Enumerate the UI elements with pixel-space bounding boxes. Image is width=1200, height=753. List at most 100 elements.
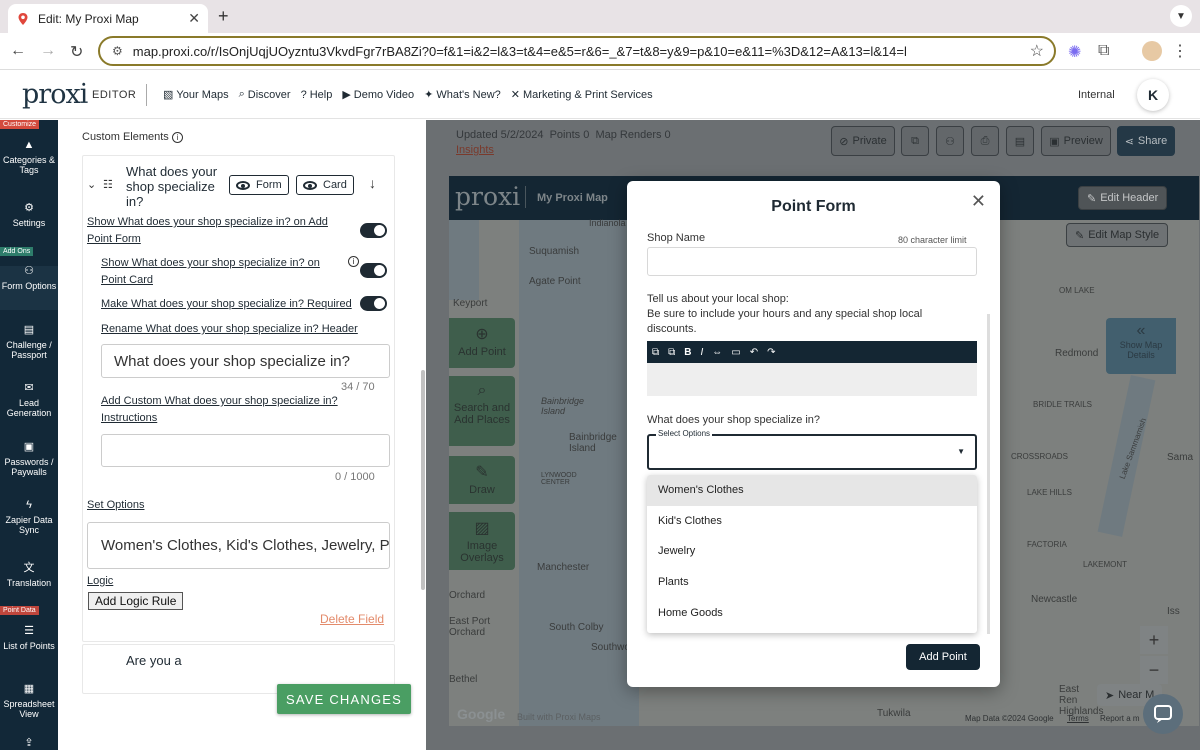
option-item[interactable]: Kid's Clothes (647, 506, 977, 537)
shop-name-input[interactable] (647, 247, 977, 276)
modal-scrollbar[interactable] (987, 314, 990, 634)
browser-menu-icon[interactable]: ⋮ (1172, 41, 1188, 61)
edit-header-button[interactable]: ✎ Edit Header (1078, 186, 1168, 210)
header-name-input[interactable]: What does your shop specialize in? (101, 344, 390, 378)
embed-button[interactable]: ▤ (1006, 126, 1034, 156)
tool-add-point[interactable]: ⊕ Add Point (449, 318, 515, 368)
chat-support-button[interactable] (1143, 694, 1183, 734)
tool-image-overlays[interactable]: ▨ Image Overlays (449, 512, 515, 570)
extension-icon[interactable]: ✺ (1068, 42, 1081, 62)
new-tab-button[interactable]: + (218, 6, 229, 27)
show-map-details-button[interactable]: « Show Map Details (1106, 318, 1176, 374)
url-text[interactable]: map.proxi.co/r/IsOnjUqjUOyzntu3VkvdFgr7r… (133, 44, 1030, 59)
instructions-input[interactable] (101, 434, 390, 467)
delete-field-link[interactable]: Delete Field (320, 612, 384, 626)
nav-demo-video[interactable]: ▶ Demo Video (342, 88, 414, 102)
show-on-add-form-toggle[interactable] (360, 223, 387, 238)
undo-icon[interactable]: ↶ (750, 347, 758, 358)
card-visibility-button[interactable]: Card (296, 175, 354, 195)
nav-help[interactable]: ? Help (301, 88, 333, 101)
set-options-link[interactable]: Set Options (87, 497, 144, 514)
sidebar-item-lead-generation[interactable]: ✉ Lead Generation (0, 383, 58, 419)
tab-title: Edit: My Proxi Map (38, 11, 139, 26)
copy-icon[interactable]: ⧉ (652, 347, 659, 358)
tool-search-places[interactable]: ⌕ Search and Add Places (449, 376, 515, 446)
nav-your-maps[interactable]: ▧ Your Maps (163, 88, 229, 102)
tab-close-icon[interactable]: ✕ (188, 10, 200, 27)
terms-link[interactable]: Terms (1067, 714, 1089, 723)
insights-link[interactable]: Insights (456, 144, 671, 156)
edit-map-style-button[interactable]: ✎ Edit Map Style (1066, 223, 1169, 247)
make-required-label[interactable]: Make What does your shop specialize in? … (101, 296, 352, 313)
sidebar-item-challenge[interactable]: ▤ Challenge / Passport (0, 325, 58, 361)
info-icon[interactable]: i (348, 256, 359, 267)
option-item[interactable]: Women's Clothes (647, 475, 977, 506)
address-bar[interactable]: ⚙ map.proxi.co/r/IsOnjUqjUOyzntu3VkvdFgr… (98, 36, 1056, 66)
show-on-add-form-label[interactable]: Show What does your shop specialize in? … (87, 214, 352, 248)
instructions-label[interactable]: Add Custom What does your shop specializ… (101, 393, 361, 427)
option-item[interactable]: Home Goods (647, 598, 977, 629)
proxi-logo[interactable]: proxi (22, 79, 88, 110)
sidebar-item-upload[interactable]: ⇪ (0, 738, 58, 753)
bold-icon[interactable]: B (684, 347, 691, 358)
browser-tab[interactable]: Edit: My Proxi Map ✕ (8, 4, 208, 33)
site-settings-icon[interactable]: ⚙ (112, 44, 123, 58)
form-visibility-button[interactable]: Form (229, 175, 289, 195)
forward-icon[interactable]: → (40, 42, 56, 60)
paste-icon[interactable]: ⧉ (668, 347, 675, 358)
zoom-in-button[interactable]: + (1140, 626, 1168, 654)
tab-search-icon[interactable]: ▼ (1170, 5, 1192, 27)
show-on-card-toggle[interactable] (360, 263, 387, 278)
private-button[interactable]: ⊘ Private (831, 126, 895, 156)
media-icon[interactable]: ▭ (731, 347, 740, 358)
arrow-down-icon[interactable]: ↓ (369, 175, 376, 191)
sidebar-item-zapier[interactable]: ϟ Zapier Data Sync (0, 500, 58, 536)
profile-avatar[interactable] (1142, 41, 1162, 61)
rename-header-label[interactable]: Rename What does your shop specialize in… (101, 321, 358, 338)
add-logic-rule-button[interactable]: Add Logic Rule (88, 592, 184, 610)
option-item[interactable]: Jewelry (647, 536, 977, 567)
sidebar-item-list-of-points[interactable]: ☰ List of Points (0, 626, 58, 652)
redo-icon[interactable]: ↷ (767, 347, 775, 358)
sidebar-item-translation[interactable]: 文 Translation (0, 563, 58, 589)
panel-scrollbar[interactable] (421, 370, 425, 590)
reload-icon[interactable]: ↻ (70, 42, 83, 62)
options-input[interactable]: Women's Clothes, Kid's Clothes, Jewelry,… (87, 522, 390, 569)
add-point-button[interactable]: Add Point (906, 644, 980, 670)
collaborators-button[interactable]: ⚇ (936, 126, 964, 156)
preview-button[interactable]: ▣ Preview (1041, 126, 1111, 156)
sidebar-item-settings[interactable]: ⚙ Settings (0, 203, 58, 229)
nav-whats-new[interactable]: ✦ What's New? (424, 88, 501, 102)
bookmark-star-icon[interactable]: ☆ (1030, 41, 1044, 61)
nav-discover[interactable]: ⌕ Discover (239, 88, 291, 101)
zoom-out-button[interactable]: − (1140, 656, 1168, 684)
specialize-label: What does your shop specialize in? (647, 414, 821, 426)
required-toggle[interactable] (360, 296, 387, 311)
navigation-arrow-icon: ➤ (1105, 689, 1115, 702)
back-icon[interactable]: ← (10, 42, 26, 60)
report-link[interactable]: Report a m (1100, 714, 1140, 723)
info-icon[interactable]: i (171, 132, 183, 143)
user-avatar[interactable]: K (1137, 79, 1169, 111)
close-icon[interactable]: ✕ (971, 191, 986, 212)
show-on-card-label[interactable]: Show What does your shop specialize in? … (101, 255, 336, 289)
save-changes-button[interactable]: SAVE CHANGES (277, 684, 411, 714)
sidebar-item-passwords[interactable]: ▣ Passwords / Paywalls (0, 442, 58, 478)
sidebar-item-form-options[interactable]: ⚇ Form Options (0, 266, 58, 310)
map-label: LAKEMONT (1083, 560, 1128, 569)
sidebar-item-spreadsheet[interactable]: ▦ Spreadsheet View (0, 684, 58, 720)
option-item[interactable]: Plants (647, 567, 977, 598)
print-button[interactable]: ⎙ (971, 126, 999, 156)
nav-marketing[interactable]: ✕ Marketing & Print Services (511, 88, 653, 102)
share-button[interactable]: ⋖ Share (1117, 126, 1175, 156)
specialize-select[interactable]: Select Options ▼ (647, 429, 977, 470)
about-editor[interactable] (647, 363, 977, 396)
extensions-puzzle-icon[interactable]: ⧉ (1098, 42, 1109, 60)
link-icon[interactable]: ⇔ (712, 347, 722, 358)
attribution-text[interactable]: Built with Proxi Maps (517, 712, 601, 722)
chevron-down-icon[interactable]: ⌄ (87, 178, 96, 191)
duplicate-button[interactable]: ⧉ (901, 126, 929, 156)
sidebar-item-categories[interactable]: ▲ Categories & Tags (0, 140, 58, 176)
italic-icon[interactable]: I (701, 347, 704, 358)
tool-draw[interactable]: ✎ Draw (449, 456, 515, 504)
